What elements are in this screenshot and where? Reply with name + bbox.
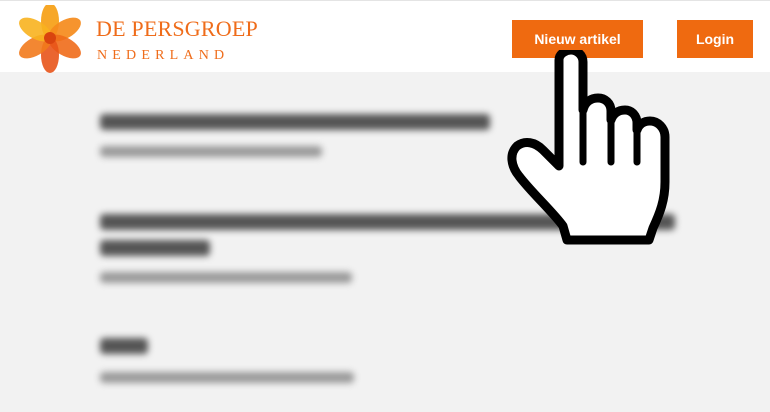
list-item[interactable] <box>100 110 520 169</box>
hand-pointer-icon <box>507 50 670 245</box>
login-button[interactable]: Login <box>677 20 753 58</box>
flower-icon <box>19 5 81 73</box>
logo-title: DE PERSGROEP <box>96 16 258 41</box>
persgroep-logo[interactable]: DE PERSGROEP NEDERLAND <box>16 5 258 73</box>
list-item[interactable] <box>100 334 400 395</box>
page: DE PERSGROEP NEDERLAND Nieuw artikel Log… <box>0 0 770 412</box>
blurred-article-text <box>100 338 354 383</box>
logo-subtitle: NEDERLAND <box>97 48 230 63</box>
blurred-article-text <box>100 114 490 157</box>
